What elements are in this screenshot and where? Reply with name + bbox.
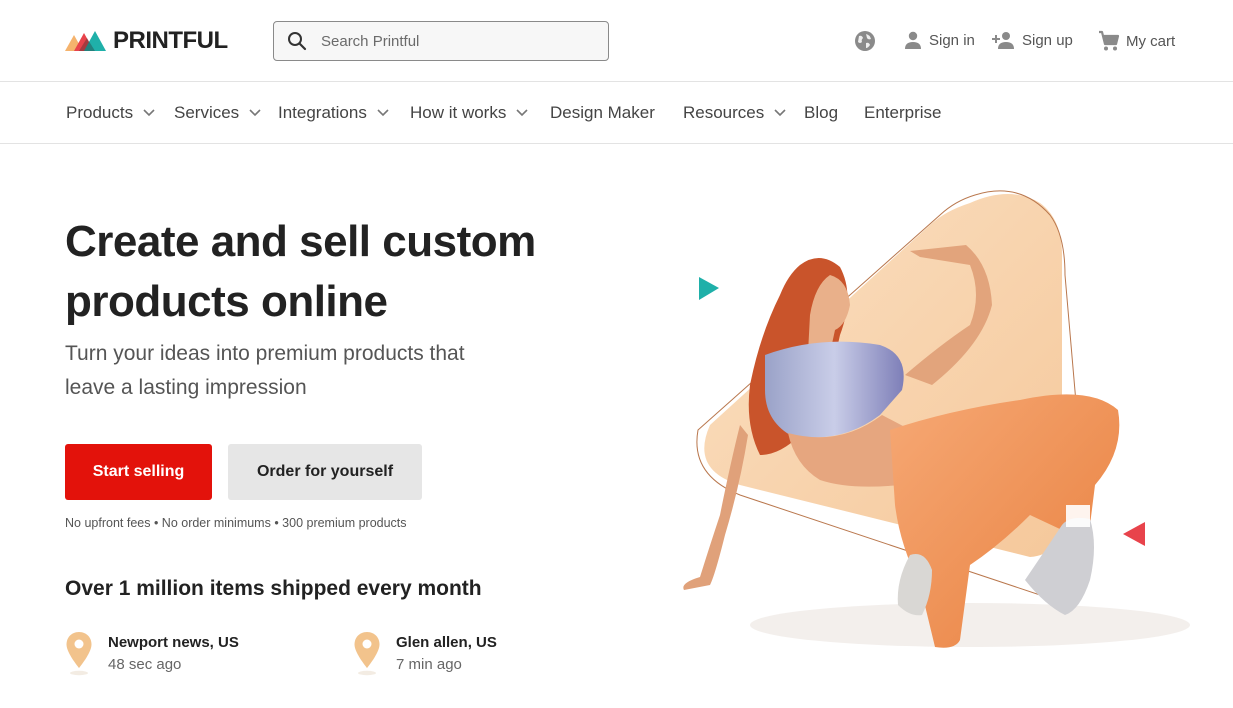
nav-item-products[interactable]: Products <box>66 103 155 123</box>
chevron-down-icon <box>516 109 528 117</box>
nav-item-how-it-works[interactable]: How it works <box>410 103 528 123</box>
hero-title: Create and sell custom products online <box>65 212 625 332</box>
hero-subtitle: Turn your ideas into premium products th… <box>65 337 555 405</box>
person-icon <box>905 31 921 49</box>
order-for-yourself-button[interactable]: Order for yourself <box>228 444 422 500</box>
nav-item-label: Resources <box>683 103 765 122</box>
chevron-down-icon <box>143 109 155 117</box>
hero-subtitle-line: leave a lasting impression <box>65 376 307 399</box>
nav-item-integrations[interactable]: Integrations <box>278 103 389 123</box>
hero-title-line: Create and sell custom <box>65 217 536 266</box>
search-icon <box>288 32 307 51</box>
fine-print: No upfront fees • No order minimums • 30… <box>65 516 407 530</box>
shipment-location: Glen allen, US <box>396 634 497 651</box>
nav-item-label: Enterprise <box>864 103 942 122</box>
sign-up-link[interactable]: Sign up <box>992 30 1073 50</box>
sign-up-label: Sign up <box>1022 31 1073 49</box>
red-triangle-shape <box>1123 522 1145 546</box>
nav-item-label: Blog <box>804 103 839 122</box>
person-add-icon <box>992 32 1014 49</box>
hero-title-line: products online <box>65 277 388 326</box>
globe-icon <box>855 31 875 51</box>
chevron-down-icon <box>377 109 389 117</box>
shipped-title: Over 1 million items shipped every month <box>65 577 482 600</box>
nav-item-enterprise[interactable]: Enterprise <box>864 103 941 123</box>
nav-item-blog[interactable]: Blog <box>804 103 838 123</box>
chevron-down-icon <box>774 109 786 117</box>
location-pin-icon <box>354 632 380 676</box>
cart-label: My cart <box>1126 32 1176 50</box>
play-triangle-icon <box>699 277 719 300</box>
chevron-down-icon <box>249 109 261 117</box>
shipment-item: Newport news, US 48 sec ago <box>65 630 239 677</box>
shipment-time: 48 sec ago <box>108 656 182 673</box>
search-box[interactable] <box>273 21 609 61</box>
main-navigation: Products Services Integrations How it wo… <box>0 83 1233 144</box>
shipment-item: Glen allen, US 7 min ago <box>353 630 497 677</box>
hero-subtitle-line: Turn your ideas into premium products th… <box>65 342 465 365</box>
cart-link[interactable]: My cart <box>1098 30 1175 52</box>
search-input[interactable] <box>321 32 601 50</box>
nav-item-resources[interactable]: Resources <box>683 103 786 123</box>
nav-item-label: Products <box>66 103 134 122</box>
start-selling-button[interactable]: Start selling <box>65 444 212 500</box>
hero-image <box>683 190 1190 648</box>
language-selector[interactable] <box>854 30 876 52</box>
printful-logo-icon <box>65 31 106 51</box>
sign-in-label: Sign in <box>929 31 975 49</box>
logo-text: PRINTFUL <box>113 27 228 54</box>
shipment-time: 7 min ago <box>396 656 462 673</box>
top-header: PRINTFUL Sign in Sign up <box>0 0 1233 82</box>
nav-item-label: Services <box>174 103 240 122</box>
printful-logo[interactable]: PRINTFUL <box>65 27 228 55</box>
nav-item-label: Design Maker <box>550 103 655 122</box>
nav-item-design-maker[interactable]: Design Maker <box>550 103 655 123</box>
nav-item-label: How it works <box>410 103 507 122</box>
nav-item-services[interactable]: Services <box>174 103 261 123</box>
sign-in-link[interactable]: Sign in <box>903 30 975 50</box>
cart-icon <box>1099 30 1120 51</box>
location-pin-icon <box>66 632 92 676</box>
shipment-location: Newport news, US <box>108 634 239 651</box>
nav-item-label: Integrations <box>278 103 367 122</box>
